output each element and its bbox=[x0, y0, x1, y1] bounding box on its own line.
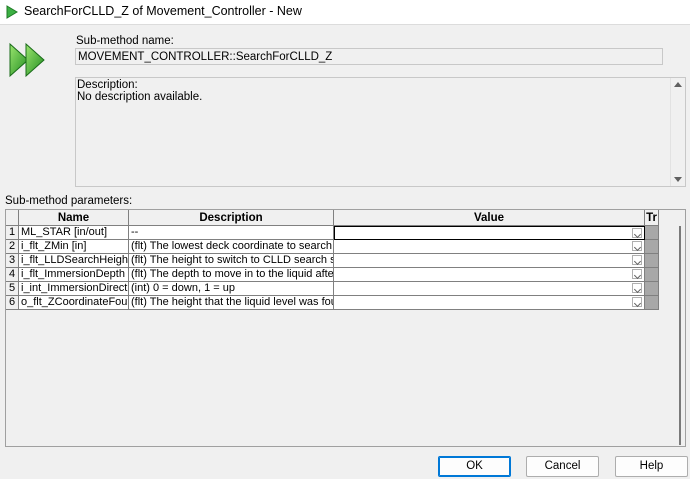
description-label: Description: bbox=[77, 79, 138, 91]
row-number: 5 bbox=[6, 282, 19, 296]
scroll-down-icon[interactable] bbox=[674, 177, 682, 182]
description-text: No description available. bbox=[77, 91, 203, 103]
param-name[interactable]: ML_STAR [in/out] bbox=[19, 226, 129, 240]
param-description[interactable]: (flt) The height that the liquid level w… bbox=[129, 296, 334, 310]
chevron-down-icon[interactable] bbox=[632, 297, 642, 307]
ok-button[interactable]: OK bbox=[438, 456, 511, 477]
param-value-combo[interactable] bbox=[334, 282, 645, 296]
header-tr[interactable]: Tr bbox=[645, 210, 659, 226]
param-tr bbox=[645, 226, 659, 240]
green-arrow-icon bbox=[6, 5, 18, 19]
header-value[interactable]: Value bbox=[334, 210, 645, 226]
param-name[interactable]: o_flt_ZCoordinateFound [ bbox=[19, 296, 129, 310]
scroll-up-icon[interactable] bbox=[674, 82, 682, 87]
chevron-down-icon[interactable] bbox=[632, 228, 642, 238]
submethod-name-label: Sub-method name: bbox=[76, 35, 174, 47]
description-box: Description: No description available. bbox=[75, 77, 686, 187]
title-bar: SearchForCLLD_Z of Movement_Controller -… bbox=[0, 0, 690, 25]
chevron-down-icon[interactable] bbox=[632, 255, 642, 265]
row-number: 3 bbox=[6, 254, 19, 268]
param-tr bbox=[645, 240, 659, 254]
grid-scrollbar-thumb[interactable] bbox=[679, 226, 681, 445]
param-description[interactable]: (flt) The lowest deck coordinate to sear… bbox=[129, 240, 334, 254]
param-value-combo[interactable] bbox=[334, 296, 645, 310]
param-tr bbox=[645, 282, 659, 296]
param-value-combo[interactable] bbox=[334, 268, 645, 282]
parameters-grid: Name Description Value Tr 1 ML_STAR [in/… bbox=[5, 209, 686, 447]
param-value-combo[interactable] bbox=[334, 226, 645, 240]
header-name[interactable]: Name bbox=[19, 210, 129, 226]
param-value-combo[interactable] bbox=[334, 240, 645, 254]
param-tr bbox=[645, 268, 659, 282]
row-number: 2 bbox=[6, 240, 19, 254]
chevron-down-icon[interactable] bbox=[632, 269, 642, 279]
parameters-label: Sub-method parameters: bbox=[5, 195, 133, 207]
double-green-arrow-icon bbox=[9, 42, 45, 78]
chevron-down-icon[interactable] bbox=[632, 241, 642, 251]
param-tr bbox=[645, 254, 659, 268]
param-tr bbox=[645, 296, 659, 310]
submethod-name-field: MOVEMENT_CONTROLLER::SearchForCLLD_Z bbox=[75, 48, 663, 65]
header-description[interactable]: Description bbox=[129, 210, 334, 226]
header-row-num bbox=[6, 210, 19, 226]
description-scrollbar[interactable] bbox=[670, 78, 685, 186]
param-description[interactable]: (flt) The height to switch to CLLD searc… bbox=[129, 254, 334, 268]
param-description[interactable]: -- bbox=[129, 226, 334, 240]
param-name[interactable]: i_flt_ZMin [in] bbox=[19, 240, 129, 254]
grid-scrollbar[interactable] bbox=[677, 226, 683, 445]
chevron-down-icon[interactable] bbox=[632, 283, 642, 293]
param-name[interactable]: i_int_ImmersionDirection bbox=[19, 282, 129, 296]
row-number: 1 bbox=[6, 226, 19, 240]
param-name[interactable]: i_flt_ImmersionDepth [in] bbox=[19, 268, 129, 282]
param-description[interactable]: (flt) The depth to move in to the liquid… bbox=[129, 268, 334, 282]
help-button[interactable]: Help bbox=[615, 456, 688, 477]
param-description[interactable]: (int) 0 = down, 1 = up bbox=[129, 282, 334, 296]
param-name[interactable]: i_flt_LLDSearchHeight [i bbox=[19, 254, 129, 268]
row-number: 6 bbox=[6, 296, 19, 310]
row-number: 4 bbox=[6, 268, 19, 282]
window-title: SearchForCLLD_Z of Movement_Controller -… bbox=[24, 4, 302, 18]
param-value-combo[interactable] bbox=[334, 254, 645, 268]
cancel-button[interactable]: Cancel bbox=[526, 456, 599, 477]
